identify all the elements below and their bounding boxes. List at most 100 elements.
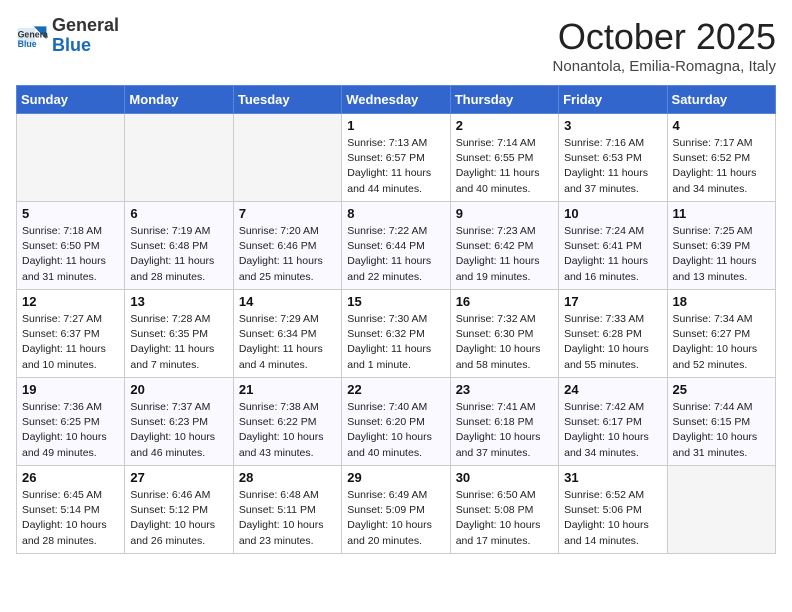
calendar-cell: 7 Sunrise: 7:20 AM Sunset: 6:46 PM Daylig… xyxy=(233,202,341,290)
day-info: Sunrise: 7:30 AM Sunset: 6:32 PM Dayligh… xyxy=(347,312,444,373)
day-number: 30 xyxy=(456,470,553,485)
calendar-cell xyxy=(233,114,341,202)
day-number: 14 xyxy=(239,294,336,309)
day-info: Sunrise: 6:45 AM Sunset: 5:14 PM Dayligh… xyxy=(22,488,119,549)
calendar-cell: 12 Sunrise: 7:27 AM Sunset: 6:37 PM Dayli… xyxy=(17,290,125,378)
day-info: Sunrise: 7:13 AM Sunset: 6:57 PM Dayligh… xyxy=(347,136,444,197)
calendar-cell: 14 Sunrise: 7:29 AM Sunset: 6:34 PM Dayli… xyxy=(233,290,341,378)
calendar-cell: 2 Sunrise: 7:14 AM Sunset: 6:55 PM Daylig… xyxy=(450,114,558,202)
calendar-cell: 8Sunrise: 7:22 AM Sunset: 6:44 PM Daylig… xyxy=(342,202,450,290)
day-number: 17 xyxy=(564,294,661,309)
day-number: 18 xyxy=(673,294,770,309)
weekday-header-sunday: Sunday xyxy=(17,86,125,114)
logo: General Blue General Blue xyxy=(16,16,119,56)
weekday-row: SundayMondayTuesdayWednesdayThursdayFrid… xyxy=(17,86,776,114)
day-number: 28 xyxy=(239,470,336,485)
calendar-cell: 6 Sunrise: 7:19 AM Sunset: 6:48 PM Daylig… xyxy=(125,202,233,290)
calendar-cell: 1 Sunrise: 7:13 AM Sunset: 6:57 PM Daylig… xyxy=(342,114,450,202)
calendar-week-1: 1 Sunrise: 7:13 AM Sunset: 6:57 PM Daylig… xyxy=(17,114,776,202)
day-number: 10 xyxy=(564,206,661,221)
day-number: 29 xyxy=(347,470,444,485)
day-info: Sunrise: 6:48 AM Sunset: 5:11 PM Dayligh… xyxy=(239,488,336,549)
day-number: 27 xyxy=(130,470,227,485)
calendar-cell: 19Sunrise: 7:36 AM Sunset: 6:25 PM Dayli… xyxy=(17,378,125,466)
day-number: 9 xyxy=(456,206,553,221)
calendar-week-3: 12 Sunrise: 7:27 AM Sunset: 6:37 PM Dayli… xyxy=(17,290,776,378)
day-info: Sunrise: 6:52 AM Sunset: 5:06 PM Dayligh… xyxy=(564,488,661,549)
day-number: 8 xyxy=(347,206,444,221)
day-info: Sunrise: 7:34 AM Sunset: 6:27 PM Dayligh… xyxy=(673,312,770,373)
day-number: 5 xyxy=(22,206,119,221)
calendar-cell: 21Sunrise: 7:38 AM Sunset: 6:22 PM Dayli… xyxy=(233,378,341,466)
day-info: Sunrise: 7:27 AM Sunset: 6:37 PM Dayligh… xyxy=(22,312,119,373)
logo-blue-text: Blue xyxy=(52,35,91,55)
day-number: 6 xyxy=(130,206,227,221)
calendar-cell xyxy=(667,466,775,554)
calendar-cell: 18 Sunrise: 7:34 AM Sunset: 6:27 PM Dayli… xyxy=(667,290,775,378)
svg-text:General: General xyxy=(18,29,48,39)
calendar-cell: 17 Sunrise: 7:33 AM Sunset: 6:28 PM Dayli… xyxy=(559,290,667,378)
day-number: 19 xyxy=(22,382,119,397)
calendar-week-2: 5Sunrise: 7:18 AM Sunset: 6:50 PM Daylig… xyxy=(17,202,776,290)
calendar-cell: 20 Sunrise: 7:37 AM Sunset: 6:23 PM Dayli… xyxy=(125,378,233,466)
day-number: 22 xyxy=(347,382,444,397)
day-info: Sunrise: 7:25 AM Sunset: 6:39 PM Dayligh… xyxy=(673,224,770,285)
day-number: 25 xyxy=(673,382,770,397)
day-info: Sunrise: 7:24 AM Sunset: 6:41 PM Dayligh… xyxy=(564,224,661,285)
day-number: 20 xyxy=(130,382,227,397)
calendar-cell: 16 Sunrise: 7:32 AM Sunset: 6:30 PM Dayli… xyxy=(450,290,558,378)
day-number: 16 xyxy=(456,294,553,309)
day-number: 15 xyxy=(347,294,444,309)
calendar-cell xyxy=(125,114,233,202)
day-info: Sunrise: 7:37 AM Sunset: 6:23 PM Dayligh… xyxy=(130,400,227,461)
calendar-cell: 25 Sunrise: 7:44 AM Sunset: 6:15 PM Dayli… xyxy=(667,378,775,466)
calendar-cell: 4 Sunrise: 7:17 AM Sunset: 6:52 PM Daylig… xyxy=(667,114,775,202)
logo-icon: General Blue xyxy=(16,20,48,52)
day-info: Sunrise: 7:20 AM Sunset: 6:46 PM Dayligh… xyxy=(239,224,336,285)
day-info: Sunrise: 7:41 AM Sunset: 6:18 PM Dayligh… xyxy=(456,400,553,461)
calendar-cell: 11 Sunrise: 7:25 AM Sunset: 6:39 PM Dayli… xyxy=(667,202,775,290)
day-number: 13 xyxy=(130,294,227,309)
day-number: 12 xyxy=(22,294,119,309)
day-number: 1 xyxy=(347,118,444,133)
day-info: Sunrise: 6:46 AM Sunset: 5:12 PM Dayligh… xyxy=(130,488,227,549)
day-info: Sunrise: 7:28 AM Sunset: 6:35 PM Dayligh… xyxy=(130,312,227,373)
day-info: Sunrise: 7:33 AM Sunset: 6:28 PM Dayligh… xyxy=(564,312,661,373)
day-number: 23 xyxy=(456,382,553,397)
calendar-cell: 24Sunrise: 7:42 AM Sunset: 6:17 PM Dayli… xyxy=(559,378,667,466)
day-info: Sunrise: 7:16 AM Sunset: 6:53 PM Dayligh… xyxy=(564,136,661,197)
calendar-cell: 26 Sunrise: 6:45 AM Sunset: 5:14 PM Dayli… xyxy=(17,466,125,554)
day-info: Sunrise: 7:29 AM Sunset: 6:34 PM Dayligh… xyxy=(239,312,336,373)
day-info: Sunrise: 7:23 AM Sunset: 6:42 PM Dayligh… xyxy=(456,224,553,285)
day-info: Sunrise: 7:42 AM Sunset: 6:17 PM Dayligh… xyxy=(564,400,661,461)
weekday-header-wednesday: Wednesday xyxy=(342,86,450,114)
calendar-cell: 5Sunrise: 7:18 AM Sunset: 6:50 PM Daylig… xyxy=(17,202,125,290)
svg-text:Blue: Blue xyxy=(18,39,37,49)
day-number: 2 xyxy=(456,118,553,133)
calendar-cell: 22 Sunrise: 7:40 AM Sunset: 6:20 PM Dayli… xyxy=(342,378,450,466)
calendar-cell: 15 Sunrise: 7:30 AM Sunset: 6:32 PM Dayli… xyxy=(342,290,450,378)
calendar-week-4: 19Sunrise: 7:36 AM Sunset: 6:25 PM Dayli… xyxy=(17,378,776,466)
calendar-cell: 30Sunrise: 6:50 AM Sunset: 5:08 PM Dayli… xyxy=(450,466,558,554)
weekday-header-monday: Monday xyxy=(125,86,233,114)
calendar-cell: 3Sunrise: 7:16 AM Sunset: 6:53 PM Daylig… xyxy=(559,114,667,202)
calendar-cell: 13 Sunrise: 7:28 AM Sunset: 6:35 PM Dayli… xyxy=(125,290,233,378)
weekday-header-tuesday: Tuesday xyxy=(233,86,341,114)
calendar-cell xyxy=(17,114,125,202)
calendar-cell: 9 Sunrise: 7:23 AM Sunset: 6:42 PM Daylig… xyxy=(450,202,558,290)
day-number: 26 xyxy=(22,470,119,485)
day-info: Sunrise: 7:38 AM Sunset: 6:22 PM Dayligh… xyxy=(239,400,336,461)
day-info: Sunrise: 7:19 AM Sunset: 6:48 PM Dayligh… xyxy=(130,224,227,285)
day-info: Sunrise: 7:17 AM Sunset: 6:52 PM Dayligh… xyxy=(673,136,770,197)
calendar-cell: 23 Sunrise: 7:41 AM Sunset: 6:18 PM Dayli… xyxy=(450,378,558,466)
page-header: General Blue General Blue October 2025 N… xyxy=(16,16,776,75)
day-number: 11 xyxy=(673,206,770,221)
day-info: Sunrise: 7:14 AM Sunset: 6:55 PM Dayligh… xyxy=(456,136,553,197)
calendar-cell: 28 Sunrise: 6:48 AM Sunset: 5:11 PM Dayli… xyxy=(233,466,341,554)
day-info: Sunrise: 7:44 AM Sunset: 6:15 PM Dayligh… xyxy=(673,400,770,461)
day-info: Sunrise: 7:40 AM Sunset: 6:20 PM Dayligh… xyxy=(347,400,444,461)
day-number: 7 xyxy=(239,206,336,221)
day-number: 4 xyxy=(673,118,770,133)
day-info: Sunrise: 7:32 AM Sunset: 6:30 PM Dayligh… xyxy=(456,312,553,373)
weekday-header-friday: Friday xyxy=(559,86,667,114)
